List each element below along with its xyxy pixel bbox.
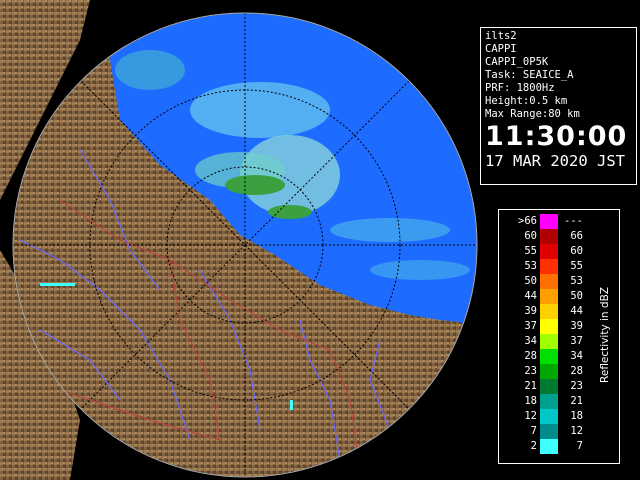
- legend-low-value: 39: [524, 305, 537, 317]
- legend-low-value: 34: [524, 335, 537, 347]
- legend-low-value: 28: [524, 350, 537, 362]
- legend-row: 39 44: [499, 304, 599, 319]
- legend-swatch: [540, 244, 558, 259]
- legend-swatch: [540, 274, 558, 289]
- legend-row: 60 66: [499, 229, 599, 244]
- legend-swatch: [540, 394, 558, 409]
- legend-low-value: 2: [530, 440, 537, 452]
- legend-low-value: 44: [524, 290, 537, 302]
- legend-swatch: [540, 364, 558, 379]
- legend-row: >66 ---: [499, 214, 599, 229]
- prf-value: PRF: 1800Hz: [485, 82, 555, 94]
- legend-low-value: 37: [524, 320, 537, 332]
- legend-high-value: 60: [570, 245, 583, 257]
- legend-swatch: [540, 379, 558, 394]
- product-type: CAPPI: [485, 43, 517, 55]
- legend-row: 27: [499, 439, 599, 454]
- legend-swatch: [540, 349, 558, 364]
- legend-swatch: [540, 424, 558, 439]
- legend-low-value: 18: [524, 395, 537, 407]
- legend-high-value: 50: [570, 290, 583, 302]
- legend-row: 21 23: [499, 379, 599, 394]
- legend-high-value: 66: [570, 230, 583, 242]
- legend-low-value: 60: [524, 230, 537, 242]
- legend-high-value: 34: [570, 350, 583, 362]
- legend-high-value: 23: [570, 380, 583, 392]
- legend-row: 12 18: [499, 409, 599, 424]
- legend-high-value: 44: [570, 305, 583, 317]
- legend-row: 7 12: [499, 424, 599, 439]
- height-value: Height:0.5 km: [485, 95, 568, 107]
- legend-swatch: [540, 289, 558, 304]
- legend-swatch: [540, 259, 558, 274]
- product-name: CAPPI_0P5K: [485, 56, 549, 68]
- legend-high-value: 7: [576, 440, 583, 452]
- station-name: ilts2: [485, 30, 517, 42]
- legend-high-value: 55: [570, 260, 583, 272]
- legend-row: 23 28: [499, 364, 599, 379]
- legend-low-value: 23: [524, 365, 537, 377]
- legend-row: 28 34: [499, 349, 599, 364]
- legend-swatch: [540, 319, 558, 334]
- task-name: Task: SEAICE_A: [485, 69, 574, 81]
- legend-low-value: 50: [524, 275, 537, 287]
- legend-high-value: 28: [570, 365, 583, 377]
- legend-swatch: [540, 214, 558, 229]
- info-panel: ilts2 CAPPI CAPPI_0P5K Task: SEAICE_A PR…: [480, 27, 637, 185]
- legend-swatch: [540, 439, 558, 454]
- legend-swatch: [540, 334, 558, 349]
- legend-low-value: 7: [530, 425, 537, 437]
- legend-low-value: 55: [524, 245, 537, 257]
- legend-row: 18 21: [499, 394, 599, 409]
- legend-swatch: [540, 304, 558, 319]
- legend-low-value: 53: [524, 260, 537, 272]
- legend-row: 34 37: [499, 334, 599, 349]
- legend-high-value: 37: [570, 335, 583, 347]
- max-range-value: Max Range:80 km: [485, 108, 580, 120]
- legend-low-value: 12: [524, 410, 537, 422]
- legend-unit: Reflectivity in dBZ: [595, 250, 615, 420]
- legend-high-value: 21: [570, 395, 583, 407]
- legend-swatch: [540, 229, 558, 244]
- legend-high-value: 39: [570, 320, 583, 332]
- legend-high-value: 53: [570, 275, 583, 287]
- color-legend: >66 --- 60 66 55 60 53 55 50 53 44 50 39 44 37 39 34 37 28…: [498, 209, 620, 464]
- legend-row: 53 55: [499, 259, 599, 274]
- legend-row: 44 50: [499, 289, 599, 304]
- legend-swatch: [540, 409, 558, 424]
- legend-high-value: 18: [570, 410, 583, 422]
- legend-high-value: 12: [570, 425, 583, 437]
- legend-row: 50 53: [499, 274, 599, 289]
- legend-low-value: >66: [518, 215, 537, 227]
- legend-low-value: 21: [524, 380, 537, 392]
- legend-unit-label: Reflectivity in dBZ: [599, 287, 611, 383]
- legend-row: 55 60: [499, 244, 599, 259]
- legend-high-value: ---: [564, 215, 583, 227]
- legend-row: 37 39: [499, 319, 599, 334]
- observation-date: 17 MAR 2020 JST: [485, 152, 625, 170]
- observation-time: 11:30:00: [485, 121, 628, 152]
